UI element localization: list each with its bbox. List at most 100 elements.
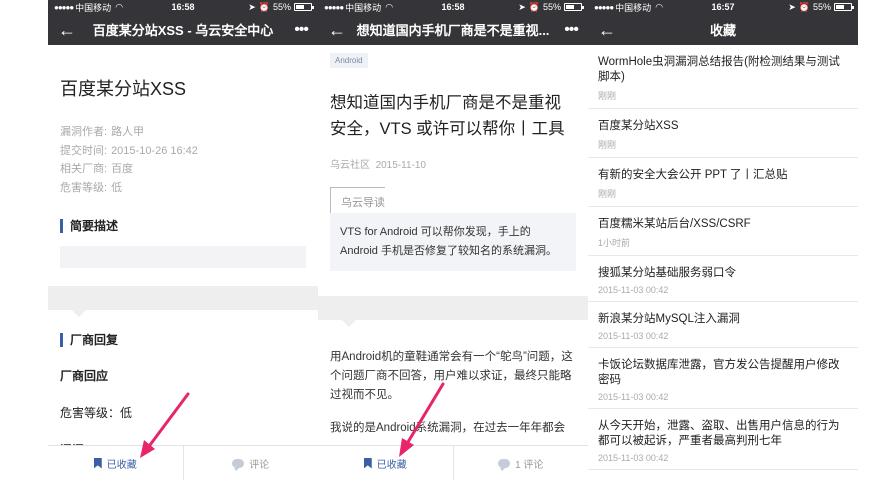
alarm-icon: ⏰ — [528, 1, 540, 12]
bookmark-icon — [93, 457, 102, 469]
meta-submit-time: 提交时间: 2015-10-26 16:42 — [60, 142, 306, 161]
location-icon: ➤ — [788, 1, 796, 12]
guide-label: 乌云导读 — [330, 187, 385, 213]
alarm-icon: ⏰ — [798, 1, 810, 12]
meta-value: 百度 — [111, 163, 134, 175]
item-time: 1小时前 — [598, 238, 631, 248]
item-title: 百度某分站XSS — [598, 120, 679, 132]
article-meta: 乌云社区 2015-11-10 — [330, 156, 576, 171]
nav-title: 百度某分站XSS - 乌云安全中心 — [92, 23, 274, 38]
item-time: 刚刚 — [598, 189, 617, 199]
signal-icon: ●●●●● — [324, 2, 344, 12]
article-body: 用Android机的童鞋通常会有一个“鸵鸟”问题，这个问题厂商不回答，用户难以求… — [318, 348, 588, 438]
list-item[interactable]: 百度糯米某站后台/XSS/CSRF 1小时前 — [588, 207, 858, 256]
list-item[interactable]: 有新的安全大会公开 PPT 了丨汇总贴 刚刚 — [588, 158, 858, 207]
wifi-icon: ◠ — [655, 1, 664, 12]
carrier-label: 中国移动 — [615, 2, 652, 13]
item-title: 从今天开始，泄露、盗取、出售用户信息的行为都可以被起诉，严重者最高判刑七年 — [598, 420, 840, 447]
item-title: 搜狐某分站基础服务弱口令 — [598, 267, 736, 279]
nav-bar: ← 百度某分站XSS - 乌云安全中心 ••• — [48, 14, 318, 45]
status-bar: ●●●●● 中国移动 ◠ 16:58 ➤ ⏰ 55% — [318, 0, 588, 14]
article-title: 百度某分站XSS — [60, 79, 187, 99]
list-item[interactable]: 新浪某分站MySQL注入漏洞 2015-11-03 00:42 — [588, 302, 858, 348]
bottom-action-bar: 已收藏 1 评论 — [318, 445, 588, 480]
item-time: 2015-11-03 00:42 — [598, 331, 669, 341]
meta-value: 2015-10-26 16:42 — [111, 144, 198, 157]
signal-icon: ●●●●● — [594, 2, 614, 12]
phone-screen-article-xss: ●●●●● 中国移动 ◠ 16:58 ➤ ⏰ 55% ← 百度某分站XSS - … — [48, 0, 318, 480]
item-time: 2015-11-03 00:42 — [598, 392, 669, 402]
wifi-icon: ◠ — [385, 1, 394, 12]
comment-button[interactable]: 1 评论 — [452, 446, 589, 480]
body-paragraph: 我说的是Android系统漏洞，在过去一年年都会 — [330, 422, 566, 434]
meta-label: 提交时间: — [60, 144, 108, 157]
meta-label: 相关厂商: — [60, 163, 108, 175]
meta-author: 漏洞作者: 路人甲 — [60, 123, 306, 142]
battery-percent: 55% — [542, 2, 561, 12]
back-arrow-icon[interactable]: ← — [58, 21, 78, 39]
section-summary-heading: 简要描述 — [60, 219, 306, 233]
nav-title: 收藏 — [709, 23, 736, 38]
phone-screen-favorites: ●●●●● 中国移动 ◠ 16:57 ➤ ⏰ 55% ← 收藏 WormHole… — [588, 0, 858, 480]
comment-icon — [232, 458, 245, 471]
favorited-label: 已收藏 — [376, 459, 407, 471]
article-meta: 漏洞作者: 路人甲 提交时间: 2015-10-26 16:42 相关厂商: 百度 危… — [60, 123, 306, 197]
nav-bar: ← 想知道国内手机厂商是不是重视... ••• — [318, 14, 588, 45]
battery-icon — [294, 3, 314, 11]
meta-value: 低 — [111, 181, 123, 194]
battery-icon — [834, 3, 854, 11]
list-item[interactable]: 从今天开始，泄露、盗取、出售用户信息的行为都可以被起诉，严重者最高判刑七年 20… — [588, 409, 858, 470]
meta-label: 漏洞作者: — [60, 126, 108, 138]
meta-label: 危害等级: — [60, 181, 108, 194]
more-options-icon[interactable]: ••• — [288, 21, 309, 39]
item-time: 刚刚 — [598, 91, 617, 101]
comment-icon — [498, 458, 511, 471]
list-item[interactable]: 搜狐某分站基础服务弱口令 2015-11-03 00:42 — [588, 256, 858, 302]
item-title: 百度糯米某站后台/XSS/CSRF — [598, 218, 751, 230]
carrier-label: 中国移动 — [75, 2, 112, 13]
back-arrow-icon[interactable]: ← — [598, 21, 618, 39]
back-arrow-icon[interactable]: ← — [328, 21, 348, 39]
comment-label: 1 评论 — [515, 459, 544, 471]
favorited-button[interactable]: 已收藏 — [48, 446, 183, 480]
list-item[interactable]: WormHole虫洞漏洞总结报告(附检测结果与测试脚本) 刚刚 — [588, 45, 858, 109]
alarm-icon: ⏰ — [258, 1, 270, 12]
section-divider — [318, 296, 588, 327]
more-options-icon[interactable]: ••• — [558, 21, 579, 39]
guide-text: VTS for Android 可以帮你发现，手上的 Android 手机是否修… — [330, 213, 576, 271]
battery-icon — [564, 3, 584, 11]
reply-severity: 危害等级：低 — [60, 406, 133, 420]
item-title: 新浪某分站MySQL注入漏洞 — [598, 313, 740, 325]
meta-value: 路人甲 — [111, 126, 145, 138]
carrier-label: 中国移动 — [345, 2, 382, 13]
nav-title: 想知道国内手机厂商是不是重视... — [356, 23, 550, 38]
battery-percent: 55% — [812, 2, 831, 12]
item-title: WormHole虫洞漏洞总结报告(附检测结果与测试脚本) — [598, 56, 840, 83]
section-divider — [48, 286, 318, 317]
category-tag[interactable]: Android — [330, 53, 368, 68]
comment-button[interactable]: 评论 — [182, 446, 319, 480]
favorited-button[interactable]: 已收藏 — [318, 446, 453, 480]
battery-percent: 55% — [272, 2, 291, 12]
section-reply-heading: 厂商回复 — [60, 333, 306, 347]
favorites-list: WormHole虫洞漏洞总结报告(附检测结果与测试脚本) 刚刚 百度某分站XSS… — [588, 45, 858, 470]
favorited-label: 已收藏 — [106, 459, 137, 471]
list-item[interactable]: 卡饭论坛数据库泄露，官方发公告提醒用户修改密码 2015-11-03 00:42 — [588, 348, 858, 409]
phone-screen-article-vts: ●●●●● 中国移动 ◠ 16:58 ➤ ⏰ 55% ← 想知道国内手机厂商是不… — [318, 0, 588, 480]
guide-block: 乌云导读 VTS for Android 可以帮你发现，手上的 Android … — [330, 187, 576, 271]
summary-box — [60, 246, 306, 268]
item-time: 2015-11-03 00:42 — [598, 453, 669, 463]
signal-icon: ●●●●● — [54, 2, 74, 12]
article-title: 想知道国内手机厂商是不是重视安全，VTS 或许可以帮你丨工具 — [330, 94, 565, 138]
article-source: 乌云社区 — [330, 160, 370, 171]
comment-label: 评论 — [249, 459, 270, 471]
wifi-icon: ◠ — [115, 1, 124, 12]
nav-bar: ← 收藏 — [588, 14, 858, 45]
item-title: 卡饭论坛数据库泄露，官方发公告提醒用户修改密码 — [598, 359, 840, 386]
location-icon: ➤ — [518, 1, 526, 12]
status-bar: ●●●●● 中国移动 ◠ 16:57 ➤ ⏰ 55% — [588, 0, 858, 14]
meta-vendor: 相关厂商: 百度 — [60, 160, 306, 179]
body-paragraph: 用Android机的童鞋通常会有一个“鸵鸟”问题，这个问题厂商不回答，用户难以求… — [330, 351, 573, 401]
item-time: 2015-11-03 00:42 — [598, 285, 669, 295]
list-item[interactable]: 百度某分站XSS 刚刚 — [588, 109, 858, 158]
